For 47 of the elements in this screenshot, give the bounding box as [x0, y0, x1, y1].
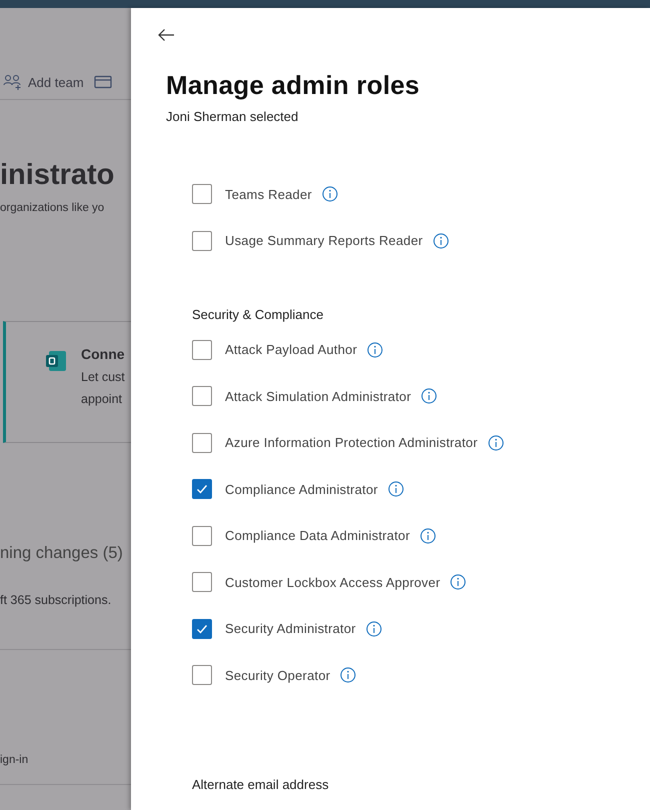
selected-user-text: Joni Sherman selected — [166, 109, 300, 124]
card-text: Let cust — [81, 369, 125, 386]
info-icon — [421, 388, 438, 404]
role-label: Usage Summary Reports Reader — [225, 233, 423, 248]
checkbox[interactable] — [192, 526, 212, 546]
card-text: appoint — [81, 391, 124, 408]
card-icon — [94, 75, 112, 89]
info-icon — [450, 574, 466, 590]
role-label: Teams Reader — [225, 186, 312, 202]
checkbox[interactable] — [192, 618, 212, 638]
checkbox[interactable] — [192, 572, 212, 592]
checkbox[interactable] — [192, 665, 212, 685]
info-icon — [488, 434, 504, 450]
role-label: Customer Lockbox Access Approver — [225, 574, 440, 590]
info-icon — [366, 620, 382, 636]
field-label: Alternate email address — [192, 777, 330, 792]
role-label: Azure Information Protection Administrator — [225, 435, 478, 450]
info-icon — [388, 481, 404, 497]
add-team-button[interactable]: Add team — [3, 74, 84, 90]
card-title: Conne — [81, 346, 125, 362]
role-label: Compliance Administrator — [225, 482, 378, 496]
section-heading: ning changes (5) — [0, 544, 124, 563]
checkbox[interactable] — [192, 386, 212, 406]
page-heading: inistrato — [0, 159, 116, 192]
people-add-icon — [3, 74, 23, 90]
role-label: Attack Simulation Administrator — [225, 388, 412, 404]
back-arrow-icon — [157, 28, 175, 42]
page-description: organizations like yo — [0, 202, 106, 214]
section-heading: Security & Compliance — [192, 306, 324, 322]
role-label: Attack Payload Author — [225, 342, 358, 357]
role-label: Security Operator — [225, 668, 330, 682]
role-label: Security Administrator — [225, 621, 356, 636]
checkbox[interactable] — [192, 230, 212, 250]
checkbox[interactable] — [192, 479, 212, 499]
info-icon — [367, 342, 384, 358]
checkbox[interactable] — [192, 184, 212, 204]
sign-in-link[interactable]: ign-in — [0, 754, 28, 766]
info-icon — [432, 232, 449, 248]
panel-title: Manage admin roles — [166, 70, 421, 101]
app-logo-icon — [45, 350, 67, 372]
section-text: ft 365 subscriptions. — [0, 593, 112, 607]
checkbox[interactable] — [192, 340, 212, 360]
info-icon — [340, 667, 356, 683]
info-icon — [420, 528, 436, 544]
checkbox[interactable] — [192, 432, 212, 452]
role-label: Compliance Data Administrator — [225, 528, 410, 543]
info-icon — [322, 186, 338, 202]
